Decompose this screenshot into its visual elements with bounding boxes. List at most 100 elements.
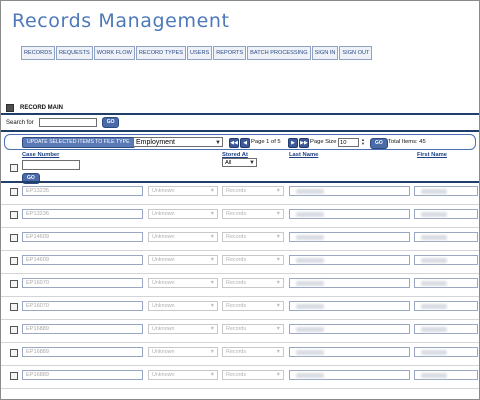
nav-reports[interactable]: REPORTS [213, 46, 247, 60]
redacted-value [421, 235, 447, 240]
table-row: EP16889 Unknown ▼ Records ▼ [1, 344, 479, 366]
row-checkbox[interactable] [10, 188, 18, 196]
status-select[interactable]: Unknown ▼ [148, 255, 218, 265]
last-name-input[interactable] [289, 347, 410, 357]
last-page-icon[interactable]: ▶▶ [299, 138, 309, 148]
row-checkbox[interactable] [10, 303, 18, 311]
first-name-input[interactable] [414, 370, 478, 380]
status-select[interactable]: Unknown ▼ [148, 278, 218, 288]
status-select[interactable]: Unknown ▼ [148, 324, 218, 334]
column-case-number[interactable]: Case Number [22, 152, 59, 158]
first-name-input[interactable] [414, 232, 478, 242]
last-name-input[interactable] [289, 324, 410, 334]
total-items: Total Items: 45 [388, 139, 426, 145]
case-number-input[interactable]: EP13235 [22, 186, 143, 196]
collapse-icon[interactable] [6, 104, 14, 112]
row-checkbox[interactable] [10, 372, 18, 380]
row-divider [1, 319, 479, 320]
first-name-input[interactable] [414, 186, 478, 196]
status-select[interactable]: Unknown ▼ [148, 209, 218, 219]
status-value: Unknown [152, 188, 175, 194]
chevron-down-icon: ▼ [249, 160, 255, 166]
stored-at-select[interactable]: Records ▼ [222, 301, 284, 311]
chevron-down-icon: ▼ [209, 211, 215, 217]
row-checkbox[interactable] [10, 234, 18, 242]
status-select[interactable]: Unknown ▼ [148, 347, 218, 357]
last-name-input[interactable] [289, 255, 410, 265]
page-indicator: Page 1 of 5 [251, 139, 281, 145]
file-type-value: Employment [136, 139, 175, 146]
stored-at-select[interactable]: Records ▼ [222, 209, 284, 219]
status-value: Unknown [152, 280, 175, 286]
row-checkbox[interactable] [10, 211, 18, 219]
case-number-input[interactable]: EP13236 [22, 209, 143, 219]
first-name-input[interactable] [414, 209, 478, 219]
search-go-button[interactable]: GO [101, 117, 120, 128]
chevron-down-icon: ▼ [209, 280, 215, 286]
row-checkbox[interactable] [10, 326, 18, 334]
nav-record-types[interactable]: RECORD TYPES [135, 46, 186, 60]
table-row: EP14609 Unknown ▼ Records ▼ [1, 252, 479, 274]
last-name-input[interactable] [289, 278, 410, 288]
case-number-input[interactable]: EP14609 [22, 232, 143, 242]
stored-at-select[interactable]: Records ▼ [222, 347, 284, 357]
next-page-icon[interactable]: ▶ [288, 138, 298, 148]
status-select[interactable]: Unknown ▼ [148, 301, 218, 311]
page-size-go-button[interactable]: GO [370, 138, 388, 149]
stored-at-select[interactable]: Records ▼ [222, 232, 284, 242]
last-name-input[interactable] [289, 209, 410, 219]
page-size-stepper-icon[interactable]: ▲ ▼ [360, 138, 366, 147]
last-name-input[interactable] [289, 186, 410, 196]
first-name-input[interactable] [414, 301, 478, 311]
nav-requests[interactable]: REQUESTS [55, 46, 93, 60]
stored-at-select[interactable]: Records ▼ [222, 324, 284, 334]
status-select[interactable]: Unknown ▼ [148, 370, 218, 380]
status-select[interactable]: Unknown ▼ [148, 186, 218, 196]
update-file-type-button[interactable]: UPDATE SELECTED ITEMS TO FILE TYPE [22, 137, 135, 148]
nav-sign-out[interactable]: SIGN OUT [339, 46, 373, 60]
case-number-input[interactable]: EP16889 [22, 324, 143, 334]
select-all-checkbox[interactable] [10, 164, 18, 172]
column-first-name[interactable]: First Name [417, 152, 447, 158]
stored-at-value: Records [226, 326, 247, 332]
first-name-input[interactable] [414, 255, 478, 265]
nav-records[interactable]: RECORDS [21, 46, 55, 60]
stored-at-select[interactable]: Records ▼ [222, 186, 284, 196]
case-number-input[interactable]: EP16889 [22, 370, 143, 380]
stored-at-filter-select[interactable]: All ▼ [222, 158, 257, 167]
app-title: Records Management [12, 10, 230, 32]
row-checkbox[interactable] [10, 349, 18, 357]
first-page-icon[interactable]: ◀◀ [229, 138, 239, 148]
column-last-name[interactable]: Last Name [289, 152, 318, 158]
prev-page-icon[interactable]: ◀ [240, 138, 250, 148]
table-row: EP16889 Unknown ▼ Records ▼ [1, 367, 479, 389]
case-number-input[interactable]: EP16070 [22, 278, 143, 288]
last-name-input[interactable] [289, 301, 410, 311]
case-number-input[interactable]: EP14609 [22, 255, 143, 265]
case-number-input[interactable]: EP16070 [22, 301, 143, 311]
status-select[interactable]: Unknown ▼ [148, 232, 218, 242]
chevron-down-icon: ▼ [275, 372, 281, 378]
case-number-filter-input[interactable] [22, 160, 80, 170]
nav-batch-processing[interactable]: BATCH PROCESSING [247, 46, 311, 60]
first-name-input[interactable] [414, 278, 478, 288]
last-name-input[interactable] [289, 232, 410, 242]
page-size-input[interactable]: 10 [338, 138, 359, 147]
row-checkbox[interactable] [10, 257, 18, 265]
nav-users[interactable]: USERS [186, 46, 213, 60]
stored-at-filter-value: All [225, 160, 232, 166]
nav-work-flow[interactable]: WORK FLOW [93, 46, 135, 60]
case-number-input[interactable]: EP16889 [22, 347, 143, 357]
row-checkbox[interactable] [10, 280, 18, 288]
stored-at-select[interactable]: Records ▼ [222, 255, 284, 265]
file-type-select[interactable]: Employment ▼ [133, 137, 223, 147]
nav-sign-in[interactable]: SIGN IN [311, 46, 339, 60]
stored-at-select[interactable]: Records ▼ [222, 278, 284, 288]
chevron-down-icon: ▼ [275, 326, 281, 332]
last-name-input[interactable] [289, 370, 410, 380]
row-divider [1, 273, 479, 274]
first-name-input[interactable] [414, 347, 478, 357]
search-input[interactable] [38, 118, 97, 127]
first-name-input[interactable] [414, 324, 478, 334]
stored-at-select[interactable]: Records ▼ [222, 370, 284, 380]
